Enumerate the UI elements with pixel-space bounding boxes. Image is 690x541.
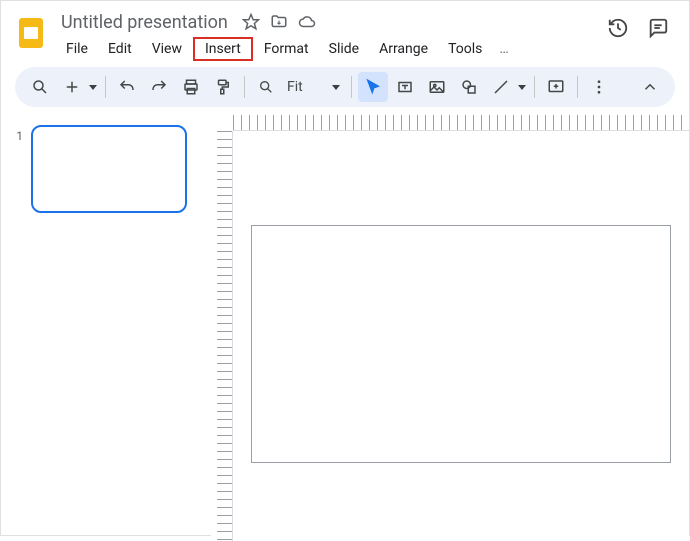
history-icon[interactable] [607, 17, 629, 43]
slide-thumbnails-panel: 1 [1, 115, 211, 541]
zoom-label: Fit [287, 79, 327, 95]
thumbnail-number: 1 [9, 125, 23, 143]
canvas-area [211, 115, 689, 541]
horizontal-ruler[interactable] [233, 115, 689, 131]
menu-slide[interactable]: Slide [320, 37, 368, 61]
line-dropdown[interactable] [516, 82, 528, 92]
document-title[interactable]: Untitled presentation [57, 10, 232, 35]
new-slide-button[interactable] [57, 72, 87, 102]
menu-format[interactable]: Format [255, 37, 318, 61]
line-button[interactable] [486, 72, 516, 102]
search-menus-button[interactable] [25, 72, 55, 102]
menu-file[interactable]: File [57, 37, 97, 61]
separator [351, 76, 352, 98]
image-button[interactable] [422, 72, 452, 102]
slide-canvas[interactable] [251, 225, 671, 463]
paint-format-button[interactable] [208, 72, 238, 102]
slide-thumbnail-1[interactable] [31, 125, 187, 213]
redo-button[interactable] [144, 72, 174, 102]
star-icon[interactable] [242, 13, 260, 31]
separator [577, 76, 578, 98]
menu-view[interactable]: View [143, 37, 191, 61]
separator [244, 76, 245, 98]
textbox-button[interactable] [390, 72, 420, 102]
vertical-ruler[interactable] [217, 131, 233, 541]
menu-insert[interactable]: Insert [193, 37, 253, 61]
slides-logo[interactable] [13, 15, 49, 51]
menu-tools[interactable]: Tools [439, 37, 491, 61]
shape-button[interactable] [454, 72, 484, 102]
menu-edit[interactable]: Edit [99, 37, 141, 61]
comments-icon[interactable] [647, 17, 669, 43]
menu-more[interactable]: … [493, 37, 514, 61]
add-comment-button[interactable] [541, 72, 571, 102]
print-button[interactable] [176, 72, 206, 102]
menu-bar: File Edit View Insert Format Slide Arran… [57, 35, 607, 67]
toolbar: Fit [15, 67, 675, 107]
separator [534, 76, 535, 98]
move-folder-icon[interactable] [270, 13, 288, 31]
separator [105, 76, 106, 98]
cloud-status-icon[interactable] [298, 13, 316, 31]
collapse-toolbar-button[interactable] [635, 72, 665, 102]
undo-button[interactable] [112, 72, 142, 102]
zoom-tool-button[interactable] [251, 72, 281, 102]
new-slide-dropdown[interactable] [87, 82, 99, 92]
more-tools-button[interactable] [584, 72, 614, 102]
menu-arrange[interactable]: Arrange [370, 37, 437, 61]
zoom-dropdown[interactable]: Fit [283, 79, 345, 95]
select-tool-button[interactable] [358, 72, 388, 102]
